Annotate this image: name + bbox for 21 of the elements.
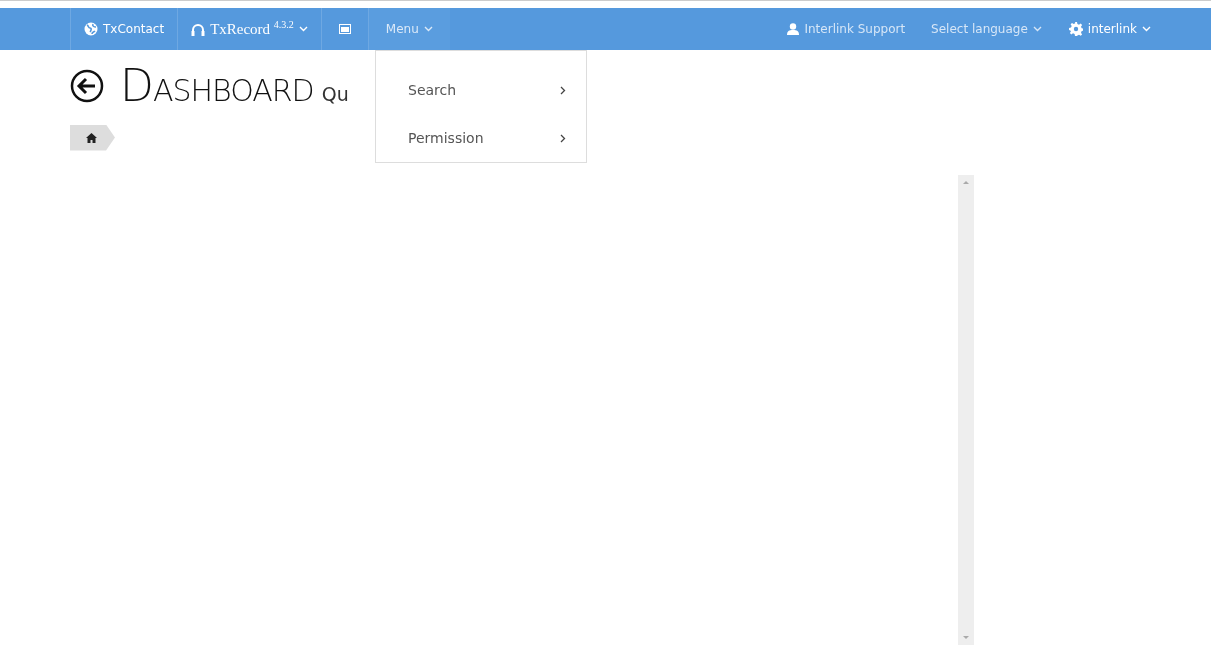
scrollbar[interactable] — [958, 175, 974, 645]
back-icon[interactable] — [70, 69, 104, 104]
globe-icon — [84, 22, 98, 36]
headphones-icon — [191, 22, 206, 36]
menu-item[interactable]: Permission — [376, 114, 586, 162]
user-icon — [787, 23, 800, 35]
window-icon — [338, 24, 351, 34]
page-subtitle: Qu — [321, 82, 349, 107]
product-link[interactable]: TxRecord $^{4.3.2}$ — [178, 8, 322, 50]
language-select[interactable]: Select language — [918, 8, 1055, 50]
account-menu[interactable]: interlink — [1054, 8, 1151, 50]
scroll-up-icon[interactable] — [963, 181, 969, 184]
menu-link[interactable]: Menu — [368, 8, 450, 50]
menu-item[interactable]: Search — [376, 66, 586, 114]
gear-icon — [1068, 22, 1083, 36]
scroll-down-icon[interactable] — [963, 636, 969, 639]
home-icon — [86, 132, 97, 143]
app-link[interactable]: TxContact — [70, 8, 179, 50]
page-title: DASHBOARD — [120, 64, 314, 108]
home-breadcrumb[interactable] — [70, 124, 115, 151]
user-link[interactable]: Interlink Support — [774, 8, 919, 50]
